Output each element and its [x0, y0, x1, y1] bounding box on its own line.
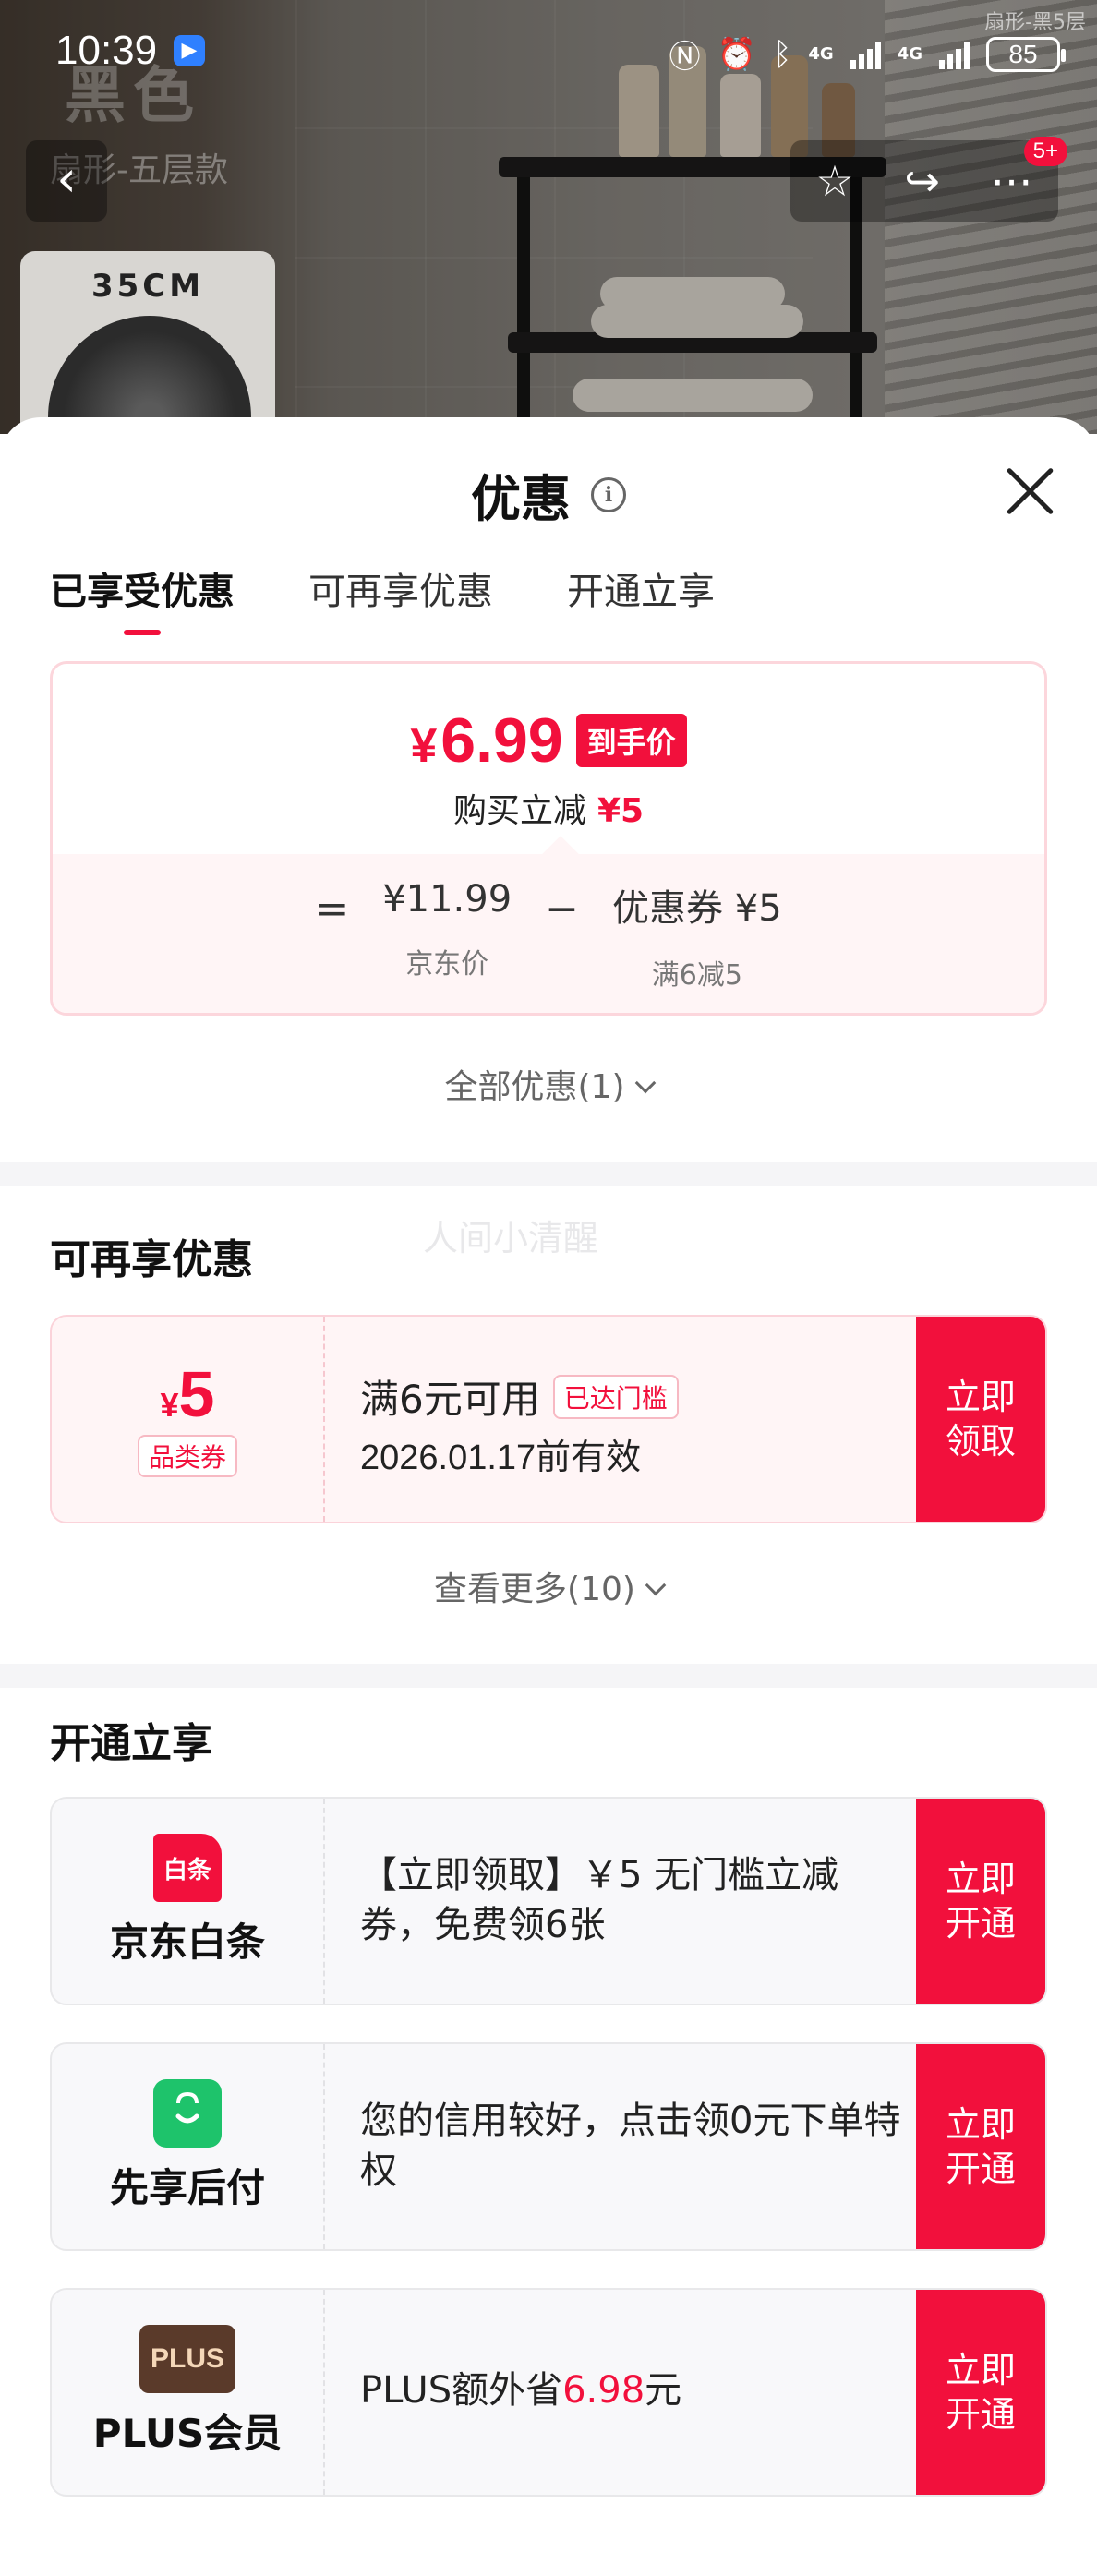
sheet-title-row: 优惠 i: [0, 458, 1097, 531]
top-actions: ☆ ↪ ⋯: [790, 140, 1058, 222]
minus-sign: −: [545, 885, 580, 933]
baitiao-brand: 白条 京东白条: [52, 1799, 325, 2004]
open-now-section-title: 开通立享: [50, 1720, 212, 1767]
battery-icon: 85: [986, 36, 1066, 72]
jd-price: ¥11.99: [382, 878, 512, 921]
baitiao-desc: 【立即领取】￥5 无门槛立减券，免费领6张: [360, 1854, 839, 1946]
more-icon[interactable]: ⋯: [991, 156, 1033, 206]
instant-discount-line: 购买立减 ¥5: [452, 792, 645, 830]
tab-more-discounts[interactable]: 可再享优惠: [308, 561, 493, 635]
coupon-condition-row: 满6元可用 已达门槛: [360, 1368, 679, 1425]
chevron-down-icon: [634, 1072, 656, 1094]
see-more-toggle[interactable]: 查看更多(10): [0, 1562, 1097, 1610]
plus-card: PLUS PLUS会员 PLUS额外省6.98元 立即开通: [50, 2288, 1047, 2497]
coupon-value-panel: ¥5 品类券: [52, 1317, 325, 1522]
signal-icon-1: [850, 40, 881, 69]
discount-tabs: 已享受优惠 可再享优惠 开通立享: [50, 561, 715, 635]
coupon-expiry: 2026.01.17前有效: [360, 1438, 642, 1477]
favorite-star-icon[interactable]: ☆: [815, 156, 853, 206]
more-deals-section-title: 可再享优惠: [50, 1236, 253, 1283]
baitiao-logo-icon: 白条: [153, 1834, 222, 1902]
info-icon[interactable]: i: [591, 476, 626, 512]
pay-later-name: 先享后付: [109, 2165, 265, 2210]
final-price-summary: ¥6.99 到手价 购买立减 ¥5: [53, 664, 1044, 854]
chevron-down-icon: [645, 1574, 667, 1596]
plus-name: PLUS会员: [92, 2411, 283, 2456]
discount-sheet: 优惠 i 已享受优惠 可再享优惠 开通立享 ¥6.99 到手价 购买立减 ¥5 =: [0, 417, 1097, 2576]
coupon-column: 优惠券 ¥5 满6减5: [612, 878, 782, 993]
alarm-icon: ⏰: [717, 35, 756, 73]
price-calculation: = ¥11.99 京东价 − 优惠券 ¥5 满6减5: [53, 878, 1044, 993]
message-count-badge: 5+: [1023, 137, 1067, 166]
category-coupon: ¥5 品类券 满6元可用 已达门槛 2026.01.17前有效 立即领取: [50, 1315, 1047, 1523]
watermark: 人间小清醒: [423, 1218, 599, 1258]
notification-app-icon: ▶: [174, 35, 205, 66]
plus-save-amount: 6.98: [562, 2369, 645, 2412]
jd-price-label: 京东价: [405, 948, 489, 981]
coupon-amount: 优惠券 ¥5: [612, 887, 782, 930]
open-plus-button[interactable]: 立即开通: [916, 2290, 1045, 2495]
share-icon[interactable]: ↪: [904, 156, 940, 206]
final-price: ¥6.99: [410, 705, 563, 776]
open-pay-later-button[interactable]: 立即开通: [916, 2044, 1045, 2249]
variant-thumbnail[interactable]: 35CM: [20, 251, 275, 434]
tab-enjoyed-discounts[interactable]: 已享受优惠: [50, 561, 235, 635]
coupon-rule: 满6减5: [651, 959, 742, 992]
network-type-1: 4G: [808, 43, 834, 64]
fan-shelf-thumbnail-image: [48, 316, 251, 434]
bluetooth-icon: ᛒ: [772, 35, 792, 73]
coupon-details: 满6元可用 已达门槛 2026.01.17前有效: [360, 1368, 679, 1479]
coupon-condition: 满6元可用: [360, 1377, 540, 1422]
threshold-met-badge: 已达门槛: [552, 1374, 679, 1419]
tab-open-to-enjoy[interactable]: 开通立享: [567, 561, 715, 635]
sheet-header: 优惠 i: [0, 417, 1097, 547]
coupon-type-badge: 品类券: [137, 1435, 237, 1477]
plus-brand: PLUS PLUS会员: [52, 2290, 325, 2495]
final-price-line: ¥6.99 到手价: [53, 704, 1044, 776]
final-price-card: ¥6.99 到手价 购买立减 ¥5 = ¥11.99 京东价 − 优惠券 ¥5 满…: [50, 661, 1047, 1016]
claim-coupon-button[interactable]: 立即领取: [916, 1317, 1045, 1522]
status-bar: 10:39 ▶ Ⓝ ⏰ ᛒ 4G 4G 85: [0, 0, 1097, 103]
all-deals-toggle[interactable]: 全部优惠(1): [0, 1060, 1097, 1108]
pay-later-brand: 先享后付: [52, 2044, 325, 2249]
nfc-icon: Ⓝ: [669, 39, 701, 76]
signal-icon-2: [939, 40, 970, 69]
network-type-2: 4G: [897, 43, 922, 64]
section-divider: [0, 1162, 1097, 1186]
equals-sign: =: [315, 885, 350, 933]
close-button[interactable]: [999, 460, 1060, 521]
back-button[interactable]: ‹: [26, 140, 107, 222]
final-price-tag: 到手价: [575, 714, 687, 767]
baitiao-name: 京东白条: [109, 1920, 265, 1965]
size-label: 35CM: [90, 268, 205, 305]
sheet-title: 优惠: [471, 470, 571, 528]
shopping-bag-smile-icon: [153, 2079, 222, 2148]
open-baitiao-button[interactable]: 立即开通: [916, 1799, 1045, 2004]
baitiao-card: 白条 京东白条 【立即领取】￥5 无门槛立减券，免费领6张 立即开通: [50, 1797, 1047, 2005]
plus-logo-icon: PLUS: [139, 2325, 235, 2393]
status-time: 10:39: [55, 28, 158, 73]
status-icons: Ⓝ ⏰ ᛒ 4G 4G 85: [669, 31, 1066, 77]
price-breakdown: = ¥11.99 京东价 − 优惠券 ¥5 满6减5: [53, 836, 1044, 1013]
pay-later-card: 先享后付 您的信用较好，点击领0元下单特权 立即开通: [50, 2042, 1047, 2251]
jd-price-column: ¥11.99 京东价: [382, 878, 512, 981]
section-divider: [0, 1664, 1097, 1688]
instant-discount-amount: ¥5: [597, 792, 645, 830]
coupon-value: ¥5: [160, 1358, 215, 1430]
pay-later-desc: 您的信用较好，点击领0元下单特权: [360, 2100, 901, 2192]
plus-desc: PLUS额外省6.98元: [360, 2369, 682, 2412]
